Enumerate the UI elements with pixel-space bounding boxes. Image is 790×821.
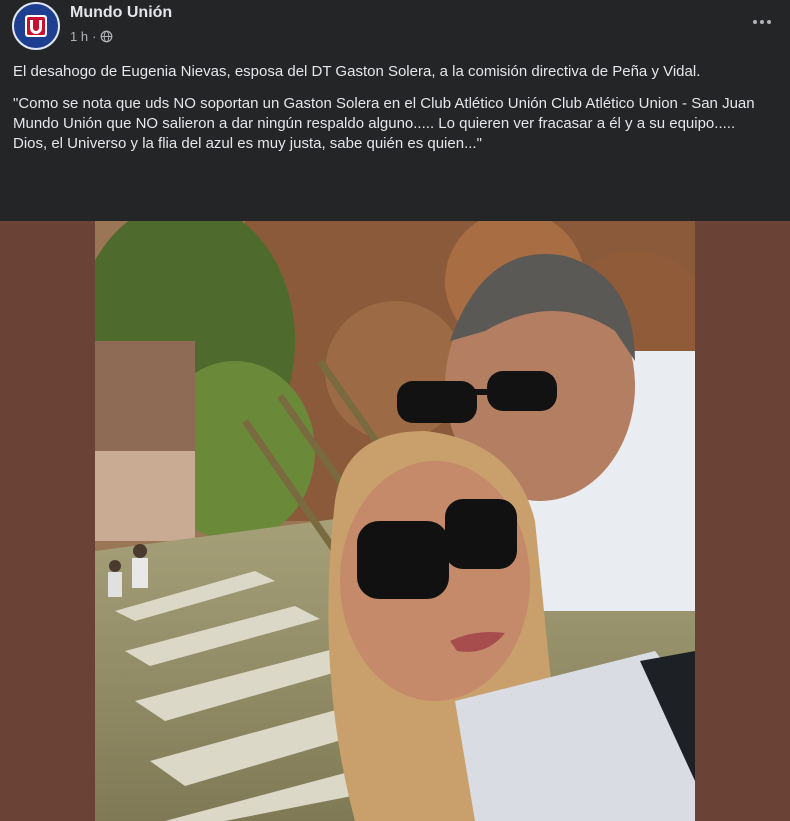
globe-icon[interactable]	[100, 30, 113, 43]
post-timestamp[interactable]: 1 h	[70, 29, 88, 44]
club-crest-icon	[25, 15, 47, 37]
post-paragraph-intro: El desahogo de Eugenia Nievas, esposa de…	[13, 63, 701, 80]
post-message: El desahogo de Eugenia Nievas, esposa de…	[13, 62, 773, 166]
page-name-link[interactable]: Mundo Unión	[70, 4, 172, 22]
post-paragraph-quote: "Como se nota que uds NO soportan un Gas…	[13, 95, 755, 152]
more-options-icon	[753, 20, 757, 24]
selfie-photo	[95, 221, 695, 821]
post-photo-container	[0, 221, 790, 821]
meta-separator: ·	[92, 29, 97, 44]
more-options-button[interactable]	[748, 10, 776, 34]
post-meta: 1 h ·	[70, 29, 113, 44]
page-avatar[interactable]	[12, 2, 60, 50]
post-header: Mundo Unión 1 h ·	[0, 0, 790, 56]
post-photo[interactable]	[95, 221, 695, 821]
